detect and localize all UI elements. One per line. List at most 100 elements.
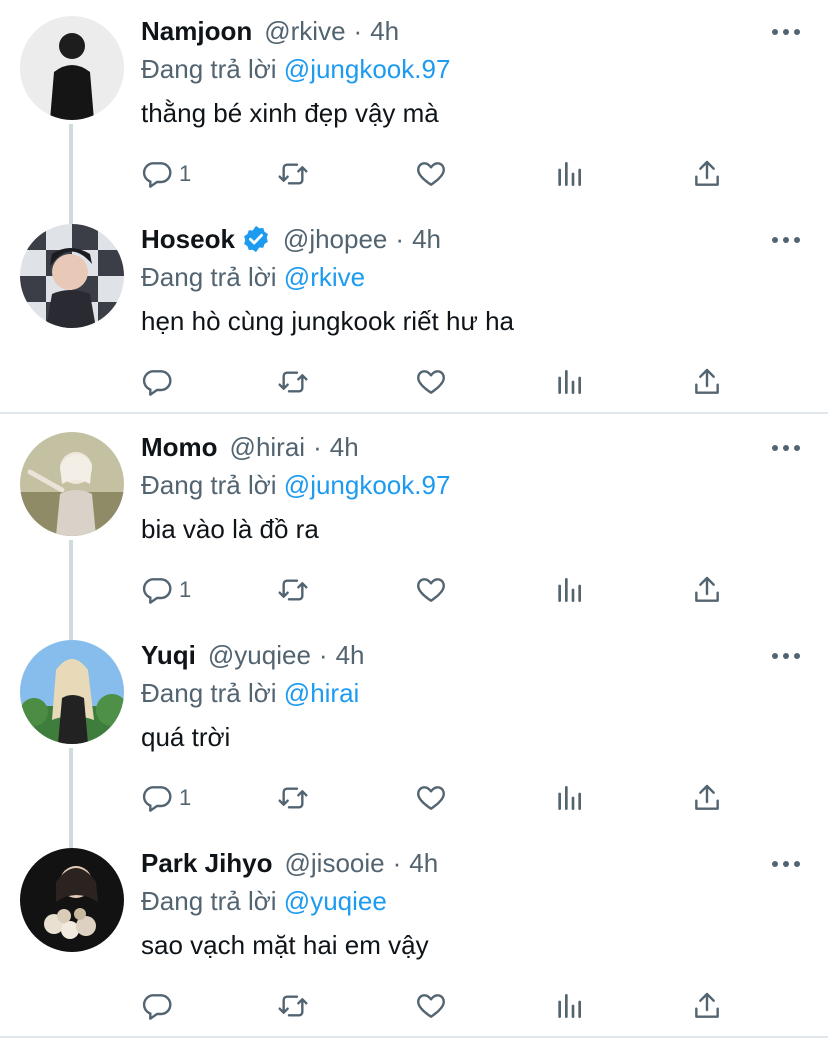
reply-icon [142, 370, 172, 396]
replying-to-label: Đang trả lời [141, 470, 277, 500]
tweet-text: bia vào là đồ ra [141, 514, 319, 544]
retweet-icon [278, 579, 308, 601]
like-button[interactable] [415, 778, 447, 818]
replying-to-label: Đang trả lời [141, 886, 277, 916]
avatar[interactable] [20, 16, 124, 120]
tweet-reply-yuqi[interactable]: Yuqi @yuqiee · 4h Đang trả lời @hirai qu… [0, 624, 828, 830]
share-button[interactable] [691, 362, 723, 402]
reply-button[interactable]: 1 [141, 570, 191, 610]
separator-dot: · [392, 848, 402, 878]
share-icon [695, 784, 719, 810]
mention-link[interactable]: @hirai [284, 678, 360, 708]
avatar[interactable] [20, 224, 124, 328]
mention-link[interactable]: @yuqiee [284, 886, 387, 916]
view-stats-button[interactable] [553, 362, 585, 402]
like-icon [417, 370, 445, 394]
tweet-reply-momo[interactable]: Momo @hirai · 4h Đang trả lời @jungkook.… [0, 416, 828, 622]
display-name[interactable]: Momo [141, 430, 218, 464]
more-icon[interactable] [772, 438, 800, 458]
retweet-button[interactable] [277, 778, 309, 818]
tweet-text: sao vạch mặt hai em vậy [141, 930, 429, 960]
view-stats-icon [558, 786, 581, 810]
view-stats-icon [558, 578, 581, 602]
view-stats-button[interactable] [553, 778, 585, 818]
retweet-icon [278, 787, 308, 809]
share-button[interactable] [691, 570, 723, 610]
reply-count: 1 [179, 161, 192, 186]
share-button[interactable] [691, 986, 723, 1026]
timestamp[interactable]: 4h [412, 222, 441, 256]
username[interactable]: @yuqiee [208, 638, 311, 672]
like-button[interactable] [415, 986, 447, 1026]
like-button[interactable] [415, 570, 447, 610]
reply-button[interactable] [141, 362, 179, 402]
tweet-reply-park-jihyo[interactable]: Park Jihyo @jisooie · 4h Đang trả lời @y… [0, 832, 828, 1038]
replying-to: Đang trả lời @rkive [141, 260, 365, 294]
retweet-icon [278, 163, 308, 185]
mention-link[interactable]: @jungkook.97 [284, 54, 451, 84]
tweet-text: thằng bé xinh đẹp vậy mà [141, 98, 439, 128]
replying-to: Đang trả lời @hirai [141, 676, 359, 710]
reply-count: 1 [179, 577, 192, 602]
timestamp[interactable]: 4h [409, 846, 438, 880]
display-name[interactable]: Yuqi [141, 638, 196, 672]
view-stats-button[interactable] [553, 154, 585, 194]
replying-to-label: Đang trả lời [141, 54, 277, 84]
share-icon [695, 576, 719, 602]
reply-button[interactable]: 1 [141, 778, 191, 818]
reply-button[interactable]: 1 [141, 154, 191, 194]
display-name[interactable]: Namjoon [141, 14, 252, 48]
view-stats-button[interactable] [553, 986, 585, 1026]
tweet-reply-namjoon[interactable]: Namjoon @rkive · 4h Đang trả lời @jungko… [0, 0, 828, 206]
timestamp[interactable]: 4h [330, 430, 359, 464]
replying-to-label: Đang trả lời [141, 262, 277, 292]
like-button[interactable] [415, 362, 447, 402]
like-icon [417, 162, 445, 186]
more-icon[interactable] [772, 854, 800, 874]
separator-dot: · [395, 224, 405, 254]
username[interactable]: @rkive [264, 14, 345, 48]
mention-link[interactable]: @jungkook.97 [284, 470, 451, 500]
like-button[interactable] [415, 154, 447, 194]
separator-dot: · [353, 16, 363, 46]
bottom-divider [0, 1036, 828, 1038]
reply-count: 1 [179, 785, 192, 810]
share-button[interactable] [691, 778, 723, 818]
avatar[interactable] [20, 432, 124, 536]
reply-icon [142, 162, 172, 188]
share-button[interactable] [691, 154, 723, 194]
tweet-reply-hoseok[interactable]: Hoseok @jhopee · 4h Đang trả lời @rkive … [0, 208, 828, 414]
retweet-button[interactable] [277, 362, 309, 402]
share-icon [695, 992, 719, 1018]
reply-icon [142, 578, 172, 604]
retweet-icon [278, 371, 308, 393]
verified-badge-icon [244, 225, 268, 253]
more-icon[interactable] [772, 646, 800, 666]
like-icon [417, 578, 445, 602]
tweet-text: hẹn hò cùng jungkook riết hư ha [141, 306, 515, 336]
username[interactable]: @jisooie [285, 846, 385, 880]
timestamp[interactable]: 4h [336, 638, 365, 672]
tweet-text: quá trời [141, 722, 231, 752]
retweet-button[interactable] [277, 154, 309, 194]
tweet-actions: 1 [141, 570, 741, 610]
retweet-button[interactable] [277, 570, 309, 610]
like-icon [417, 786, 445, 810]
display-name[interactable]: Hoseok [141, 222, 235, 256]
retweet-button[interactable] [277, 986, 309, 1026]
replying-to: Đang trả lời @yuqiee [141, 884, 387, 918]
separator-dot: · [318, 640, 328, 670]
display-name[interactable]: Park Jihyo [141, 846, 273, 880]
username[interactable]: @jhopee [283, 222, 387, 256]
timestamp[interactable]: 4h [370, 14, 399, 48]
mention-link[interactable]: @rkive [284, 262, 365, 292]
like-icon [417, 994, 445, 1018]
avatar[interactable] [20, 848, 124, 952]
reply-button[interactable] [141, 986, 179, 1026]
more-icon[interactable] [772, 230, 800, 250]
username[interactable]: @hirai [230, 430, 306, 464]
view-stats-button[interactable] [553, 570, 585, 610]
more-icon[interactable] [772, 22, 800, 42]
replying-to-label: Đang trả lời [141, 678, 277, 708]
avatar[interactable] [20, 640, 124, 744]
